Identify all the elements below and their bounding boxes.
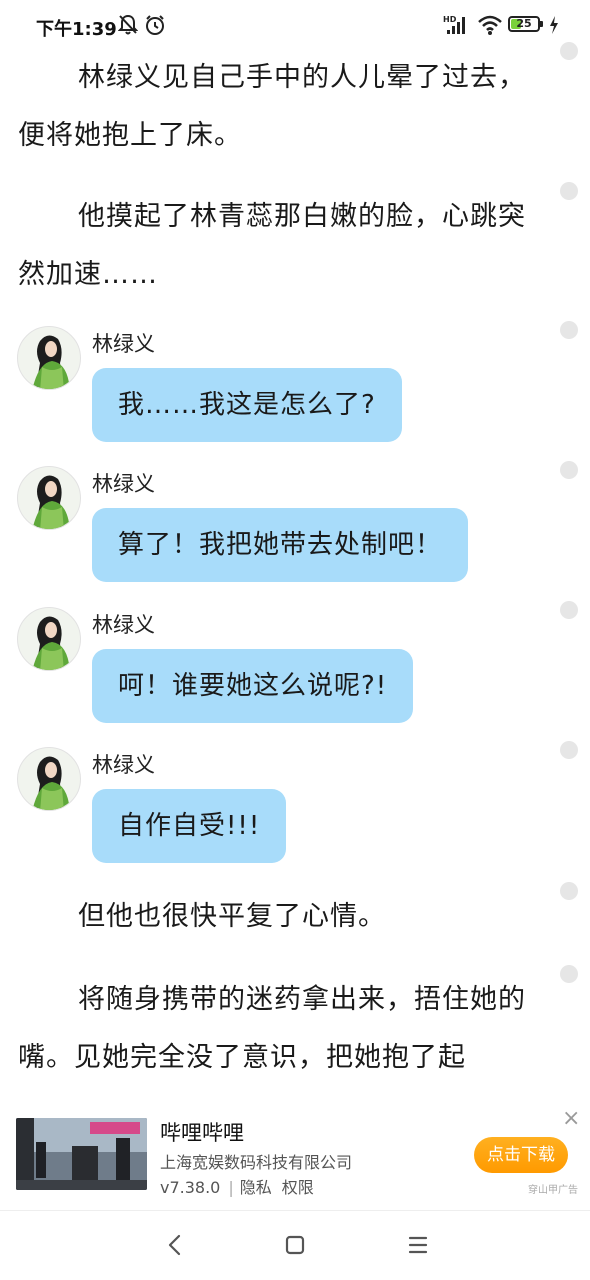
ad-version: v7.38.0 xyxy=(160,1178,221,1197)
mute-icon xyxy=(117,14,139,40)
dialogue-message: 林绿义 算了！我把她带去处制吧！ xyxy=(0,466,560,586)
ad-source-label: 穿山甲广告 xyxy=(528,1185,578,1196)
speaker-name: 林绿义 xyxy=(92,753,155,777)
back-icon[interactable] xyxy=(155,1228,195,1262)
speech-bubble: 自作自受!!! xyxy=(92,789,287,863)
ad-permissions-link[interactable]: 权限 xyxy=(282,1178,314,1197)
comment-dot[interactable] xyxy=(560,601,578,619)
battery-level: 25 xyxy=(516,17,532,30)
divider: | xyxy=(228,1178,234,1197)
comment-dot[interactable] xyxy=(560,882,578,900)
comment-dot[interactable] xyxy=(560,461,578,479)
story-paragraph: 将随身携带的迷药拿出来，捂住她的嘴。见她完全没了意识，把她抱了起 xyxy=(18,971,528,1087)
dialogue-message: 林绿义 呵！谁要她这么说呢?! xyxy=(0,607,560,727)
story-paragraph: 林绿义见自己手中的人儿晕了过去，便将她抱上了床。 xyxy=(18,49,528,165)
navigation-bar xyxy=(0,1210,590,1280)
ad-title[interactable]: 哔哩哔哩 xyxy=(160,1117,244,1147)
comment-dot[interactable] xyxy=(560,182,578,200)
ad-thumbnail[interactable] xyxy=(16,1118,147,1190)
ad-meta: v7.38.0 | 隐私 权限 xyxy=(160,1174,314,1198)
story-text: 他摸起了林青蕊那白嫩的脸，心跳突然加速…… xyxy=(18,201,526,290)
speech-bubble: 呵！谁要她这么说呢?! xyxy=(92,649,414,723)
story-text: 林绿义见自己手中的人儿晕了过去，便将她抱上了床。 xyxy=(18,62,526,151)
download-button[interactable]: 点击下载 xyxy=(474,1137,568,1173)
comment-dot[interactable] xyxy=(560,42,578,60)
charging-icon xyxy=(548,14,560,40)
speech-bubble: 我……我这是怎么了? xyxy=(92,368,402,442)
dialogue-message: 林绿义 我……我这是怎么了? xyxy=(0,326,560,446)
story-paragraph: 他摸起了林青蕊那白嫩的脸，心跳突然加速…… xyxy=(18,188,528,304)
status-bar: 下午1:39 HD 25 xyxy=(0,0,590,52)
wifi-icon xyxy=(477,14,503,40)
signal-icon: HD xyxy=(443,14,471,40)
speaker-name: 林绿义 xyxy=(92,472,155,496)
comment-dot[interactable] xyxy=(560,321,578,339)
network-label: HD xyxy=(443,15,457,24)
ad-company: 上海宽娱数码科技有限公司 xyxy=(160,1153,353,1172)
comment-dot[interactable] xyxy=(560,741,578,759)
avatar[interactable] xyxy=(17,607,81,671)
ad-banner[interactable]: 哔哩哔哩 上海宽娱数码科技有限公司 v7.38.0 | 隐私 权限 点击下载 × 穿山… xyxy=(0,1104,590,1204)
comment-dot[interactable] xyxy=(560,965,578,983)
speaker-name: 林绿义 xyxy=(92,613,155,637)
speech-bubble: 算了！我把她带去处制吧！ xyxy=(92,508,469,582)
avatar[interactable] xyxy=(17,326,81,390)
close-icon[interactable]: × xyxy=(562,1108,580,1130)
avatar[interactable] xyxy=(17,747,81,811)
dialogue-message: 林绿义 自作自受!!! xyxy=(0,747,560,867)
battery-icon: 25 xyxy=(508,16,543,32)
ad-privacy-link[interactable]: 隐私 xyxy=(240,1178,272,1197)
home-icon[interactable] xyxy=(275,1228,315,1262)
avatar[interactable] xyxy=(17,466,81,530)
speaker-name: 林绿义 xyxy=(92,332,155,356)
divider xyxy=(0,1210,590,1211)
story-paragraph: 但他也很快平复了心情。 xyxy=(18,888,528,946)
story-text: 但他也很快平复了心情。 xyxy=(78,901,386,932)
menu-icon[interactable] xyxy=(398,1228,438,1262)
status-time: 下午1:39 xyxy=(36,19,117,40)
story-text: 将随身携带的迷药拿出来，捂住她的嘴。见她完全没了意识，把她抱了起 xyxy=(18,984,526,1073)
alarm-icon xyxy=(144,14,166,40)
